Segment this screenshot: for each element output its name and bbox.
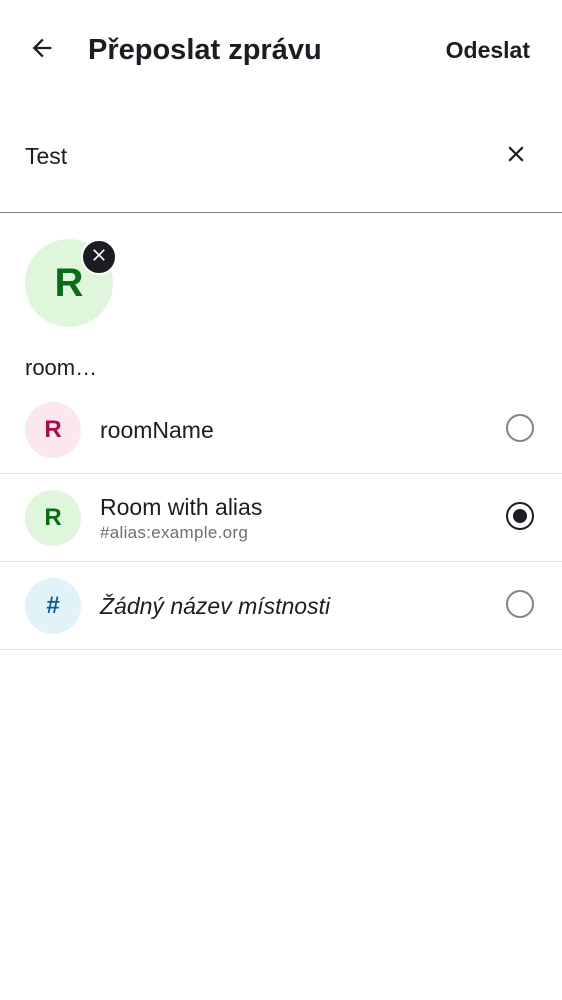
room-radio-button[interactable] [506, 590, 534, 618]
room-name: Room with alias [100, 494, 263, 520]
room-list: R roomName R Room with alias #alias:exam… [0, 386, 562, 650]
top-app-bar: Přeposlat zprávu Odeslat [0, 0, 562, 100]
selected-room-chip: R room… [25, 239, 135, 380]
room-name: roomName [100, 417, 214, 443]
remove-selected-room-button[interactable] [81, 239, 117, 275]
back-button[interactable] [20, 28, 64, 72]
room-avatar: # [25, 578, 81, 634]
selected-room-label: room… [25, 355, 98, 380]
room-list-item[interactable]: # Žádný název místnosti [0, 562, 562, 650]
room-avatar: R [25, 490, 81, 546]
close-icon [89, 245, 109, 270]
search-field [0, 112, 562, 213]
page-title: Přeposlat zprávu [88, 34, 322, 66]
room-avatar: R [25, 402, 81, 458]
room-list-item[interactable]: R roomName [0, 386, 562, 474]
clear-search-button[interactable] [494, 134, 538, 178]
room-text: Žádný název místnosti [100, 562, 480, 650]
arrow-left-icon [28, 34, 56, 67]
room-radio-button[interactable] [506, 502, 534, 530]
room-list-item[interactable]: R Room with alias #alias:example.org [0, 474, 562, 562]
send-button[interactable]: Odeslat [446, 30, 530, 70]
room-text: Room with alias #alias:example.org [100, 474, 480, 562]
selected-rooms: R room… [0, 214, 562, 384]
room-text: roomName [100, 386, 480, 474]
close-icon [503, 141, 529, 172]
room-name: Žádný název místnosti [100, 593, 331, 619]
search-input[interactable] [25, 136, 465, 176]
room-alias: #alias:example.org [100, 523, 249, 542]
room-radio-button[interactable] [506, 414, 534, 442]
